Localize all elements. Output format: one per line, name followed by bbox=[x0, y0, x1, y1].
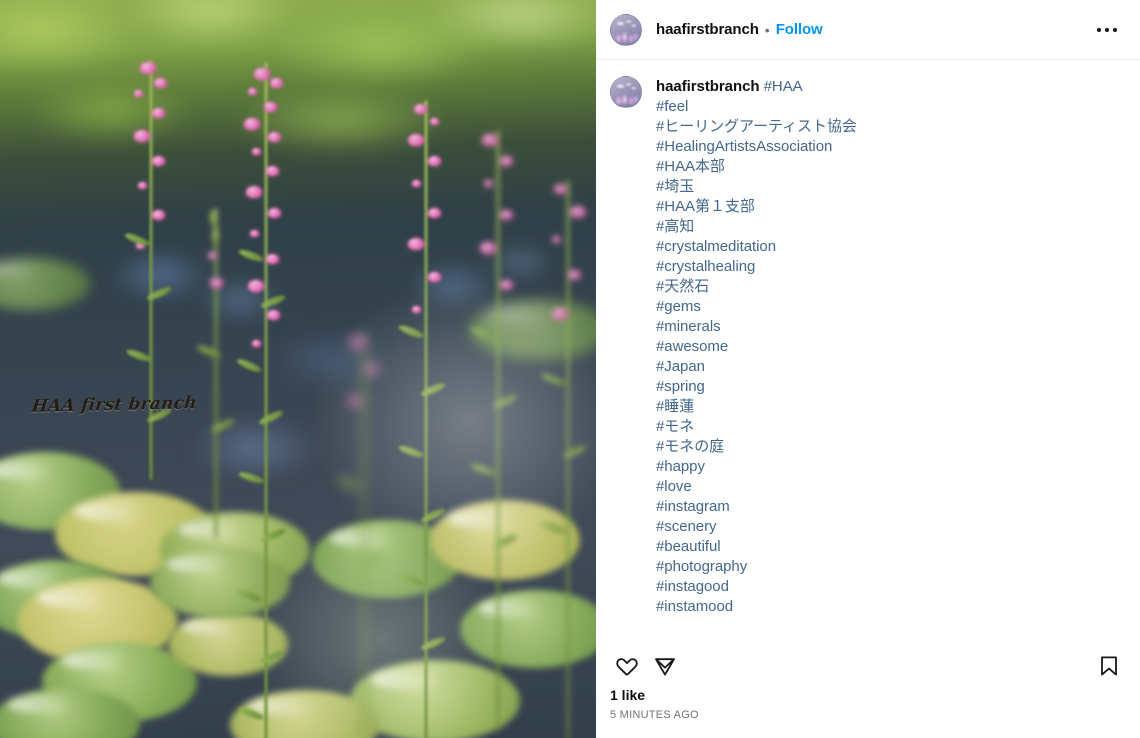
post-photo[interactable]: HAA first branch bbox=[0, 0, 596, 738]
flower-spike bbox=[123, 60, 176, 480]
hashtag-link[interactable]: #モネ bbox=[656, 418, 694, 435]
more-options-icon[interactable] bbox=[1088, 11, 1126, 49]
caption-username[interactable]: haafirstbranch bbox=[656, 78, 760, 95]
hashtag-link[interactable]: #minerals bbox=[656, 318, 721, 335]
hashtag-link[interactable]: #Japan bbox=[656, 358, 705, 375]
dot bbox=[1105, 27, 1109, 32]
profile-avatar[interactable] bbox=[610, 13, 642, 46]
hashtag-link[interactable]: #天然石 bbox=[656, 278, 709, 295]
flower-bud-spike bbox=[195, 208, 237, 538]
share-button[interactable] bbox=[646, 647, 684, 685]
follow-button[interactable]: Follow bbox=[776, 21, 823, 38]
hashtag-link[interactable]: #HAA bbox=[764, 78, 803, 95]
caption-row: haafirstbranch #HAA #feel #ヒーリングアーティスト協会 #H… bbox=[610, 76, 1126, 617]
separator-dot: • bbox=[764, 21, 770, 38]
hashtag-link[interactable]: #埼玉 bbox=[656, 178, 694, 195]
hashtag-link[interactable]: #HealingArtistsAssociation bbox=[656, 138, 832, 155]
hashtag-link[interactable]: #HAA本部 bbox=[656, 158, 725, 175]
bookmark-icon bbox=[1101, 656, 1117, 676]
hashtag-link[interactable]: #ヒーリングアーティスト協会 bbox=[656, 118, 857, 135]
header-username[interactable]: haafirstbranch bbox=[656, 21, 759, 38]
like-button[interactable] bbox=[608, 647, 646, 685]
post-meta: 1 like 5 MINUTES AGO bbox=[596, 686, 1140, 738]
flower-spike bbox=[539, 180, 596, 738]
hashtag-link[interactable]: #spring bbox=[656, 378, 705, 395]
header-user-block: haafirstbranch • Follow bbox=[656, 21, 823, 38]
caption-body: haafirstbranch #HAA #feel #ヒーリングアーティスト協会 #H… bbox=[656, 76, 857, 617]
hashtag-link[interactable]: #instamood bbox=[656, 598, 733, 615]
post-timestamp: 5 MINUTES AGO bbox=[610, 709, 699, 721]
caption-text: haafirstbranch #HAA #feel #ヒーリングアーティスト協会 #H… bbox=[656, 77, 857, 617]
hashtag-link[interactable]: #feel bbox=[656, 98, 688, 115]
hashtag-link[interactable]: #awesome bbox=[656, 338, 728, 355]
hashtag-link[interactable]: #crystalmeditation bbox=[656, 238, 776, 255]
share-paper-plane-icon bbox=[655, 658, 675, 676]
hashtag-link[interactable]: #happy bbox=[656, 458, 705, 475]
hashtag-link[interactable]: #beautiful bbox=[656, 538, 721, 555]
save-button[interactable] bbox=[1090, 647, 1128, 685]
hashtag-link[interactable]: #crystalhealing bbox=[656, 258, 755, 275]
hashtag-link[interactable]: #睡蓮 bbox=[656, 398, 694, 415]
flower-spike bbox=[335, 330, 392, 738]
post-actions bbox=[596, 640, 1140, 686]
post-sidebar: haafirstbranch • Follow haafirstbranch #… bbox=[596, 0, 1140, 738]
photo-watermark: HAA first branch bbox=[30, 393, 198, 417]
flower-spike bbox=[469, 130, 526, 730]
hashtag-link[interactable]: #photography bbox=[656, 558, 747, 575]
hashtag-link[interactable]: #高知 bbox=[656, 218, 694, 235]
hashtag-link[interactable]: #gems bbox=[656, 298, 701, 315]
hashtag-link[interactable]: #scenery bbox=[656, 518, 717, 535]
hashtag-link[interactable]: #モネの庭 bbox=[656, 438, 724, 455]
caption-area: haafirstbranch #HAA #feel #ヒーリングアーティスト協会 #H… bbox=[596, 60, 1140, 640]
post-header: haafirstbranch • Follow bbox=[596, 0, 1140, 60]
dot bbox=[1097, 27, 1101, 32]
hashtag-link[interactable]: #HAA第１支部 bbox=[656, 198, 755, 215]
dot bbox=[1113, 27, 1117, 32]
hashtag-link[interactable]: #love bbox=[656, 478, 692, 495]
hashtag-link[interactable]: #instagram bbox=[656, 498, 730, 515]
pond-photo-image bbox=[0, 0, 596, 738]
instagram-post: HAA first branch haafirstbranch • Follow… bbox=[0, 0, 1140, 738]
like-count[interactable]: 1 like bbox=[610, 686, 1126, 704]
caption-profile-avatar[interactable] bbox=[610, 76, 642, 108]
flower-spike bbox=[235, 62, 296, 738]
flower-spike bbox=[397, 100, 454, 738]
hashtag-link[interactable]: #instagood bbox=[656, 578, 729, 595]
heart-icon bbox=[616, 658, 638, 676]
